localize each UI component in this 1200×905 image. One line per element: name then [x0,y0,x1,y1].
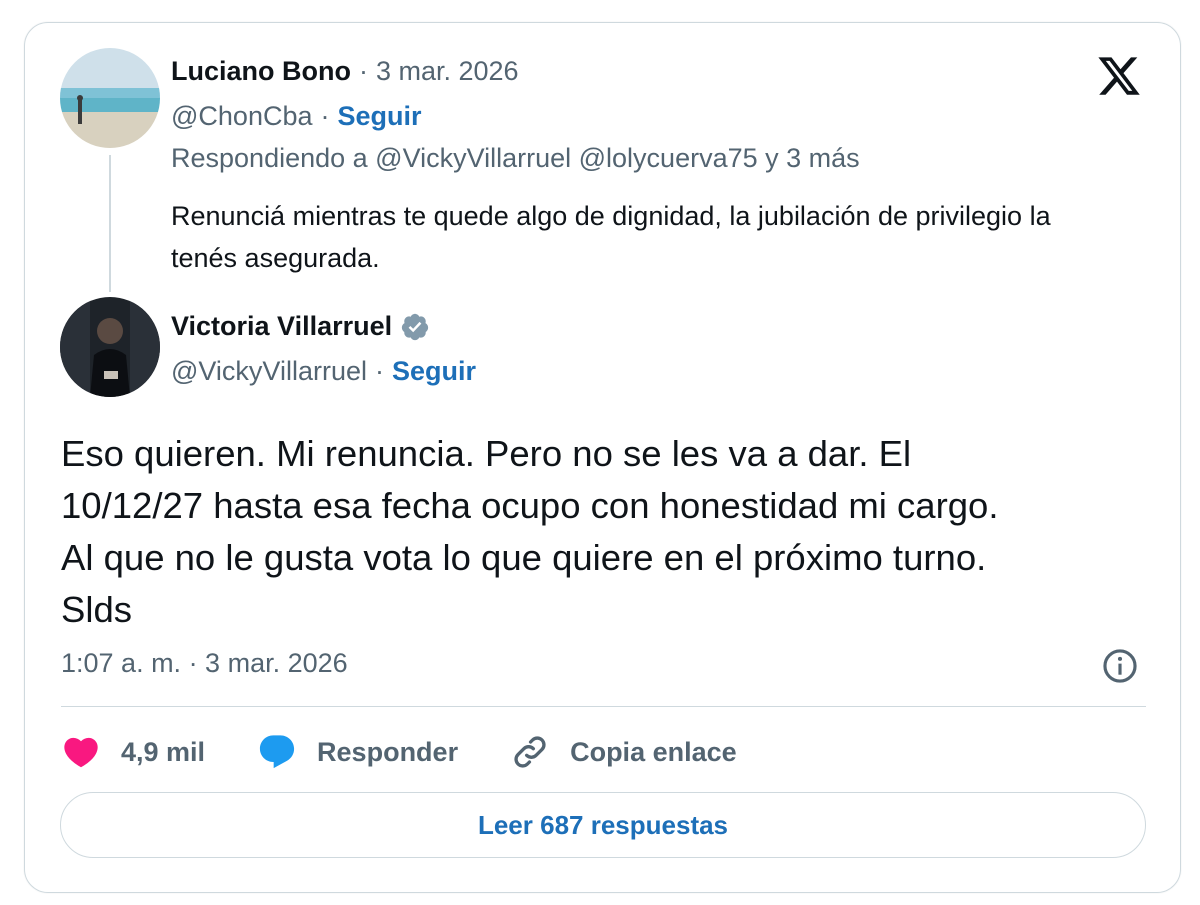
action-bar: 4,9 mil Responder Copia enlace [61,726,789,778]
tweet-text-line: Al que no le gusta vota lo que quiere en… [61,537,987,578]
read-replies-button[interactable]: Leer 687 respuestas [60,792,1146,858]
separator: · [320,101,330,131]
info-icon[interactable] [1101,647,1139,685]
tweet-text-line: Eso quieren. Mi renuncia. Pero no se les… [61,433,912,474]
follow-button[interactable]: Seguir [392,356,476,387]
avatar[interactable] [60,297,160,397]
main-author-name[interactable]: Victoria Villarruel [171,311,392,342]
parent-tweet-date[interactable]: 3 mar. 2026 [376,56,519,87]
avatar[interactable] [60,48,160,148]
tweet-text-line: Slds [61,589,133,630]
main-handle-row: @VickyVillarruel · Seguir [171,356,476,387]
main-tweet-text: Eso quieren. Mi renuncia. Pero no se les… [61,428,1161,636]
parent-handle-row: @ChonCba · Seguir [171,101,422,132]
x-logo-icon[interactable] [1095,53,1143,99]
parent-handle[interactable]: @ChonCba [171,101,313,132]
copy-link-button[interactable]: Copia enlace [510,732,737,772]
like-button[interactable]: 4,9 mil [61,732,205,772]
link-icon [514,736,546,768]
tweet-text-line: 10/12/27 hasta esa fecha ocupo con hones… [61,485,999,526]
parent-author-row: Luciano Bono · 3 mar. 2026 [171,56,519,87]
reply-label: Responder [317,736,459,767]
heart-icon [64,737,98,768]
divider [61,706,1146,707]
main-author-row: Victoria Villarruel [171,311,430,342]
beach-photo-icon [60,48,160,148]
profile-photo-icon [60,297,160,397]
copy-link-label: Copia enlace [570,736,737,767]
main-handle[interactable]: @VickyVillarruel [171,356,367,387]
follow-button[interactable]: Seguir [338,101,422,132]
thread-connector-line [109,155,111,292]
parent-tweet-text: Renunciá mientras te quede algo de digni… [171,201,1051,273]
reply-button[interactable]: Responder [257,732,458,772]
parent-author-name[interactable]: Luciano Bono [171,56,351,87]
separator: · [374,356,384,386]
like-count: 4,9 mil [121,736,206,767]
replying-to-text: Respondiendo a @VickyVillarruel @lolycue… [171,143,860,173]
speech-bubble-icon [259,735,295,769]
verified-badge-icon [401,313,429,340]
separator: · [358,56,368,86]
tweet-timestamp[interactable]: 1:07 a. m. · 3 mar. 2026 [61,648,348,679]
tweet-embed-card: Luciano Bono · 3 mar. 2026 @ChonCba · Se… [24,22,1181,893]
